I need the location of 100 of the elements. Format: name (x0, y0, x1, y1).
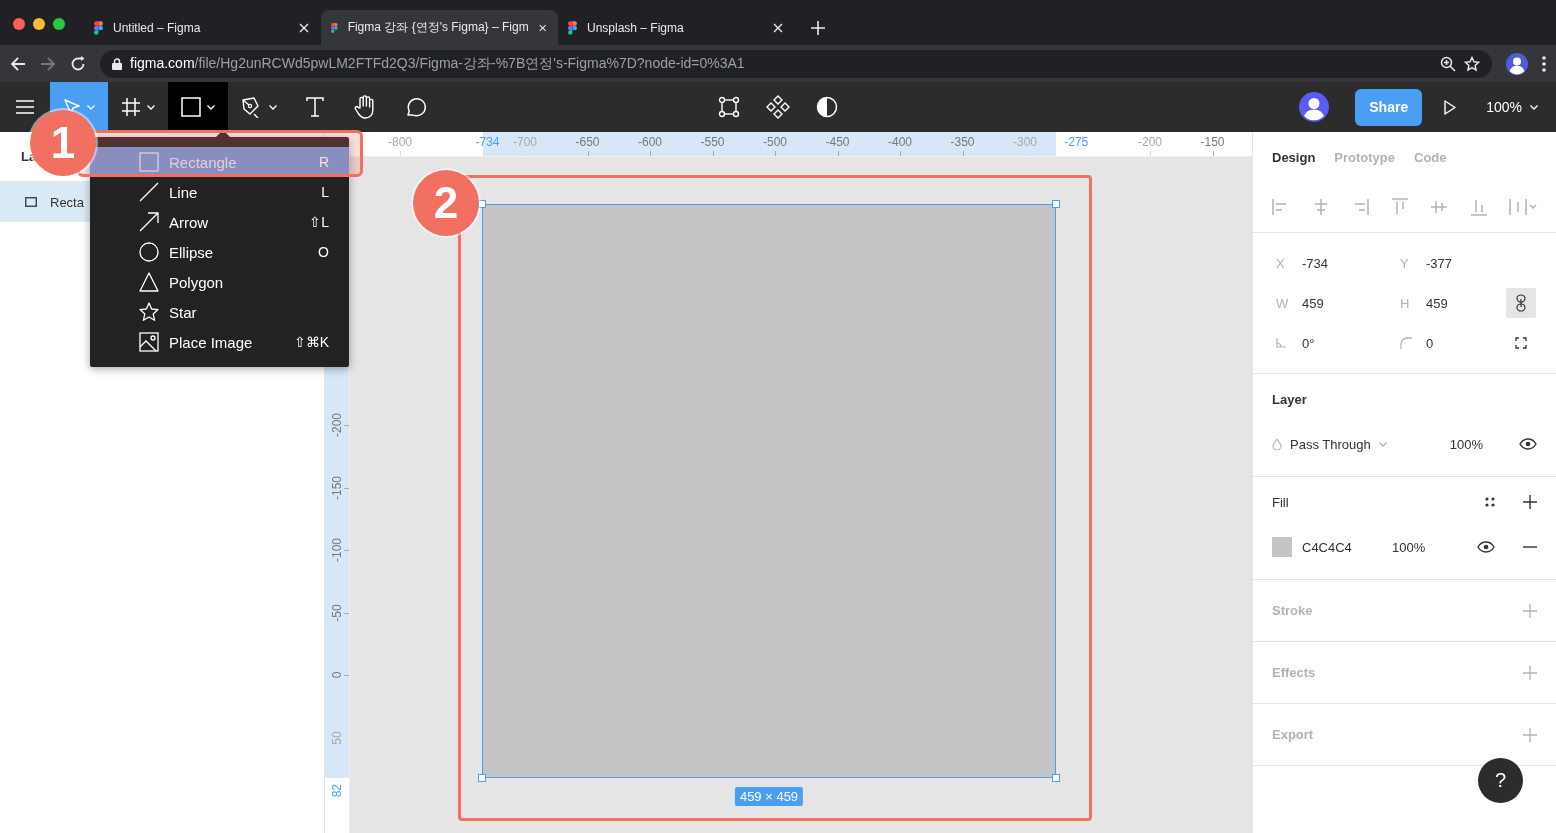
panel-tab[interactable]: Design (1272, 149, 1316, 165)
blend-mode-dropdown[interactable]: Pass Through (1272, 436, 1423, 452)
opacity-field[interactable]: 100% (1392, 539, 1452, 555)
reload-icon[interactable] (70, 55, 86, 72)
field-label: Y (1399, 255, 1410, 271)
rectangle-icon (139, 152, 159, 172)
ruler-label: -550 (700, 135, 725, 149)
resize-handle[interactable] (1052, 774, 1060, 782)
section-title: Effects (1272, 664, 1316, 682)
image-icon (139, 332, 159, 352)
color-swatch[interactable] (1272, 537, 1292, 557)
rotation-icon (1276, 338, 1286, 348)
address-bar[interactable]: figma.com/file/Hg2unRCWd5pwLM2FTFd2Q3/Figma-강좌-%7B연정's-Figma%7D?node-id=0%3A1 (100, 49, 1492, 78)
ruler-label: -700 (513, 135, 537, 149)
shortcut-text: O (318, 244, 329, 260)
menu-item[interactable]: Ellipse O (90, 237, 349, 267)
field-label: W (1275, 295, 1290, 311)
zoom-dropdown[interactable]: 100% (1456, 99, 1556, 115)
close-icon[interactable] (773, 22, 783, 33)
menu-item[interactable]: Line L (90, 177, 349, 207)
ruler-label: -150 (1200, 135, 1225, 149)
ruler-label: -600 (638, 135, 662, 149)
expand-corners-icon[interactable] (1515, 337, 1527, 349)
section-title: Fill (1272, 494, 1289, 510)
line-icon (139, 182, 159, 202)
component-frame-icon[interactable] (718, 96, 740, 118)
section-title: Stroke (1272, 602, 1313, 620)
resize-handle[interactable] (478, 774, 486, 782)
star-icon[interactable] (1464, 55, 1480, 72)
styles-dots-icon[interactable] (1485, 497, 1495, 507)
arrow-icon (139, 212, 159, 232)
window-control-icon[interactable] (13, 18, 25, 30)
menu-item[interactable]: Place Image ⇧⌘K (90, 327, 349, 357)
new-tab-icon[interactable] (811, 21, 825, 35)
triangle-icon (139, 272, 159, 292)
ruler-label: -300 (1013, 135, 1037, 149)
shortcut-text: R (318, 154, 329, 170)
frame-hash-icon (121, 97, 141, 117)
caret-icon (207, 104, 215, 110)
browser-tab[interactable]: Untitled – Figma (84, 10, 321, 45)
ruler-label: -150 (330, 475, 344, 500)
caret-icon (147, 104, 155, 110)
help-button[interactable]: ? (1478, 758, 1523, 803)
caret-icon (269, 104, 277, 110)
rectangle-icon (25, 197, 37, 207)
section-title: Export (1272, 726, 1314, 744)
value-field[interactable]: 0° (1302, 335, 1315, 351)
figma-logo-icon (331, 20, 338, 35)
caret-icon (1530, 104, 1538, 110)
eye-icon[interactable] (1519, 438, 1537, 450)
ruler-label: -500 (763, 135, 787, 149)
ruler-label: -50 (330, 603, 344, 622)
hex-field[interactable]: C4C4C4 (1302, 539, 1392, 555)
opacity-value[interactable]: 100% (1423, 436, 1483, 452)
window-control-icon[interactable] (53, 18, 65, 30)
eye-icon[interactable] (1477, 541, 1495, 553)
menu-item[interactable]: Polygon (90, 267, 349, 297)
value-field[interactable]: 459 (1302, 295, 1324, 311)
url-text: figma.com/file/Hg2unRCWd5pwLM2FTFd2Q3/Figma-강좌-%7B연정's-Figma%7D?node-id=0%3A1 (130, 54, 745, 73)
half-circle-icon[interactable] (816, 96, 838, 118)
back-icon[interactable] (10, 55, 26, 72)
diamonds-icon[interactable] (766, 95, 790, 119)
size-label: 459 × 459 (734, 787, 804, 806)
close-icon[interactable] (299, 22, 309, 33)
window-control-icon[interactable] (33, 18, 45, 30)
browser-tab[interactable]: Unsplash – Figma (558, 10, 795, 45)
avatar-icon[interactable] (1506, 52, 1528, 75)
menu-item[interactable]: Star (90, 297, 349, 327)
figma-logo-icon (94, 20, 103, 35)
square-icon (181, 97, 201, 117)
value-field[interactable]: 0 (1426, 335, 1434, 351)
shape-tool[interactable] (168, 82, 228, 132)
hand-icon (354, 95, 376, 119)
resize-handle[interactable] (1052, 200, 1060, 208)
avatar-icon[interactable] (1299, 92, 1330, 122)
plus-icon[interactable] (1523, 495, 1537, 509)
ruler-label: 0 (330, 671, 344, 679)
ruler-label: 82 (330, 783, 344, 797)
figma-logo-icon (568, 20, 577, 35)
field-label: H (1399, 295, 1411, 311)
shortcut-text: ⇧L (309, 214, 329, 230)
forward-icon[interactable] (40, 55, 56, 72)
close-icon[interactable] (538, 22, 546, 33)
value-field[interactable]: 459 (1426, 295, 1448, 311)
menu-icon (16, 100, 34, 114)
text-t-icon (306, 97, 324, 117)
caret-icon (1378, 441, 1387, 447)
ruler-label: -450 (825, 135, 850, 149)
menu-item[interactable]: Arrow ⇧L (90, 207, 349, 237)
ruler-label: -200 (1138, 135, 1162, 149)
kebab-menu-icon[interactable] (1542, 55, 1546, 72)
constrain-link-icon[interactable] (1506, 288, 1536, 318)
value-field[interactable]: -734 (1302, 255, 1329, 271)
play-icon[interactable] (1444, 99, 1457, 115)
value-field[interactable]: -377 (1426, 255, 1453, 271)
ruler-label: 50 (330, 730, 344, 745)
browser-tab[interactable]: Figma 강좌 {연정's Figma} – Figm (321, 10, 558, 45)
ellipse-icon (139, 242, 159, 262)
caret-icon (87, 104, 95, 110)
zoom-icon[interactable] (1440, 55, 1456, 72)
